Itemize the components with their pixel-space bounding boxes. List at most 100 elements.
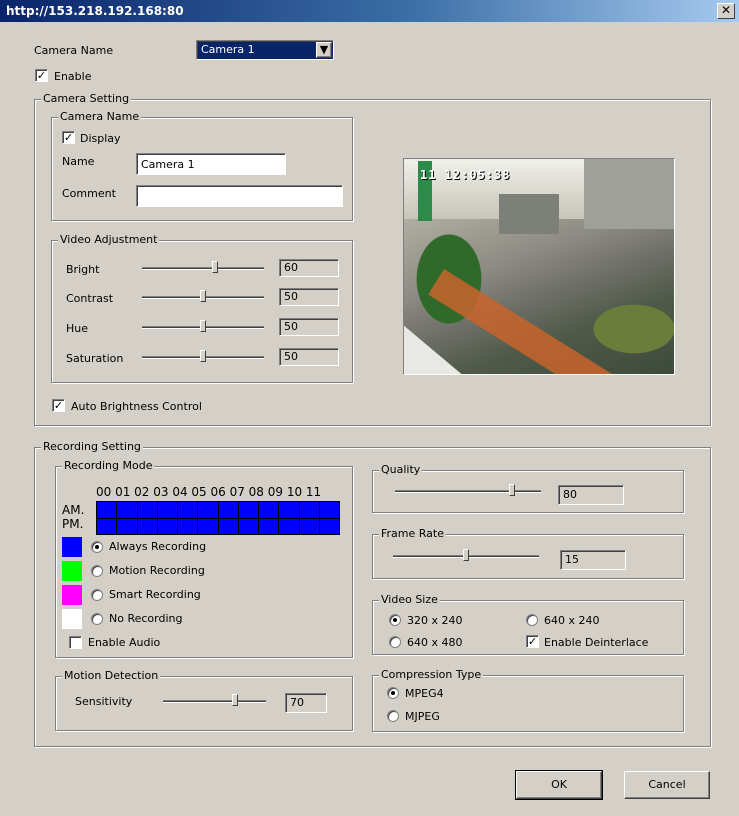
- recording-mode-label: No Recording: [109, 612, 183, 625]
- recording-color-swatch: [62, 609, 82, 629]
- window-title: http://153.218.192.168:80: [6, 4, 184, 18]
- video-adjustment-title: Video Adjustment: [58, 233, 160, 246]
- cancel-button[interactable]: Cancel: [624, 771, 710, 799]
- schedule-cell[interactable]: [97, 518, 117, 534]
- enable-checkbox[interactable]: ✓: [35, 69, 48, 82]
- recording-mode-radio[interactable]: [91, 541, 103, 553]
- frame-rate-title: Frame Rate: [379, 527, 446, 540]
- size-640x480-label: 640 x 480: [407, 636, 463, 649]
- recording-mode-title: Recording Mode: [62, 459, 155, 472]
- schedule-cell[interactable]: [319, 518, 339, 534]
- schedule-cell[interactable]: [178, 502, 198, 518]
- auto-brightness-label: Auto Brightness Control: [71, 400, 202, 413]
- schedule-cell[interactable]: [238, 518, 258, 534]
- quality-title: Quality: [379, 463, 423, 476]
- sensitivity-label: Sensitivity: [75, 695, 133, 708]
- comment-input[interactable]: [136, 185, 343, 207]
- enable-audio-label: Enable Audio: [88, 636, 161, 649]
- quality-value: 80: [558, 485, 624, 505]
- display-label: Display: [80, 132, 121, 145]
- schedule-cell[interactable]: [238, 502, 258, 518]
- frame-rate-value: 15: [560, 550, 626, 570]
- schedule-cell[interactable]: [279, 518, 299, 534]
- recording-color-swatch: [62, 561, 82, 581]
- schedule-cell[interactable]: [198, 518, 218, 534]
- schedule-cell[interactable]: [198, 502, 218, 518]
- frame-rate-slider-thumb[interactable]: [463, 549, 469, 561]
- schedule-cell[interactable]: [259, 518, 279, 534]
- recording-mode-radio[interactable]: [91, 589, 103, 601]
- recording-mode-radio[interactable]: [91, 613, 103, 625]
- preview-building: [584, 159, 674, 229]
- sensitivity-track[interactable]: [163, 700, 266, 703]
- camera-preview: 11 12:05:38: [403, 158, 675, 375]
- chevron-down-icon[interactable]: ▼: [316, 42, 332, 58]
- slider-thumb[interactable]: [200, 290, 206, 302]
- enable-audio-checkbox[interactable]: [69, 636, 82, 649]
- slider-label: Contrast: [66, 292, 114, 305]
- window-title-bar: http://153.218.192.168:80: [0, 0, 739, 22]
- schedule-cell[interactable]: [319, 502, 339, 518]
- schedule-cell[interactable]: [137, 502, 157, 518]
- ok-button[interactable]: OK: [515, 770, 603, 800]
- slider-thumb[interactable]: [212, 261, 218, 273]
- mjpeg-radio[interactable]: [387, 710, 399, 722]
- schedule-cell[interactable]: [137, 518, 157, 534]
- mpeg4-radio[interactable]: [387, 687, 399, 699]
- quality-track[interactable]: [395, 490, 541, 493]
- recording-mode-label: Motion Recording: [109, 564, 205, 577]
- size-640x480-radio[interactable]: [389, 636, 401, 648]
- schedule-cell[interactable]: [218, 502, 238, 518]
- preview-timestamp: 11 12:05:38: [420, 168, 511, 182]
- recording-color-swatch: [62, 537, 82, 557]
- camera-name-group-title: Camera Name: [58, 110, 142, 123]
- schedule-cell[interactable]: [259, 502, 279, 518]
- enable-deinterlace-label: Enable Deinterlace: [544, 636, 649, 649]
- am-label: AM.: [62, 503, 85, 517]
- slider-value: 50: [279, 318, 339, 336]
- enable-deinterlace-checkbox[interactable]: ✓: [526, 635, 539, 648]
- schedule-cell[interactable]: [157, 502, 177, 518]
- enable-label: Enable: [54, 70, 92, 83]
- slider-thumb[interactable]: [200, 350, 206, 362]
- schedule-cell[interactable]: [117, 518, 137, 534]
- schedule-cell[interactable]: [97, 502, 117, 518]
- camera-select[interactable]: Camera 1 ▼: [196, 40, 334, 60]
- quality-slider-thumb[interactable]: [509, 484, 515, 496]
- display-checkbox[interactable]: ✓: [62, 131, 75, 144]
- recording-mode-label: Always Recording: [109, 540, 207, 553]
- slider-label: Hue: [66, 322, 89, 335]
- camera-select-value: Camera 1: [201, 43, 255, 56]
- schedule-cell[interactable]: [178, 518, 198, 534]
- mjpeg-label: MJPEG: [405, 710, 440, 723]
- recording-mode-radio[interactable]: [91, 565, 103, 577]
- slider-thumb[interactable]: [200, 320, 206, 332]
- sensitivity-value: 70: [285, 693, 327, 713]
- compression-type-group: [372, 675, 684, 732]
- size-320x240-radio[interactable]: [389, 614, 401, 626]
- close-icon[interactable]: ✕: [717, 3, 735, 19]
- sensitivity-slider-thumb[interactable]: [232, 694, 238, 706]
- schedule-cell[interactable]: [299, 518, 319, 534]
- slider-value: 50: [279, 348, 339, 366]
- motion-detection-title: Motion Detection: [62, 669, 161, 682]
- slider-track[interactable]: [142, 267, 264, 270]
- size-640x240-radio[interactable]: [526, 614, 538, 626]
- recording-color-swatch: [62, 585, 82, 605]
- slider-label: Saturation: [66, 352, 124, 365]
- preview-road: [428, 269, 665, 374]
- mpeg4-label: MPEG4: [405, 687, 444, 700]
- camera-name-label: Camera Name: [34, 44, 114, 57]
- schedule-grid[interactable]: [96, 501, 340, 535]
- size-320x240-label: 320 x 240: [407, 614, 463, 627]
- schedule-cell[interactable]: [117, 502, 137, 518]
- recording-mode-label: Smart Recording: [109, 588, 201, 601]
- preview-building: [499, 194, 559, 234]
- name-input[interactable]: [136, 153, 286, 175]
- auto-brightness-checkbox[interactable]: ✓: [52, 399, 65, 412]
- slider-value: 50: [279, 288, 339, 306]
- schedule-cell[interactable]: [218, 518, 238, 534]
- schedule-cell[interactable]: [299, 502, 319, 518]
- schedule-cell[interactable]: [157, 518, 177, 534]
- schedule-cell[interactable]: [279, 502, 299, 518]
